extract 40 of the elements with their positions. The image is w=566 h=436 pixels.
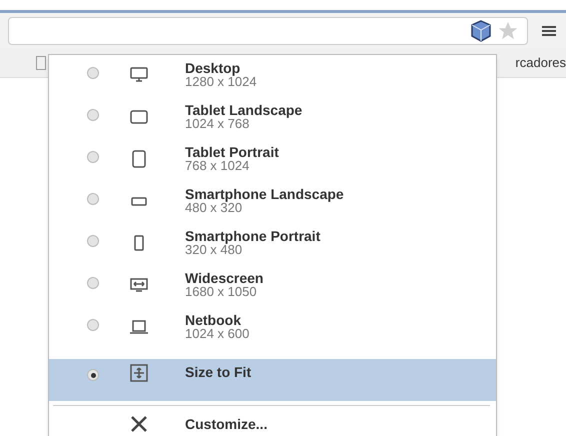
preset-name: Netbook <box>185 313 242 327</box>
preset-name: Smartphone Landscape <box>185 187 344 201</box>
preset-item[interactable]: Netbook 1024 x 600 <box>49 313 496 355</box>
preset-size: 1280 x 1024 <box>185 75 257 89</box>
preset-size: 1024 x 768 <box>185 117 250 131</box>
preset-size: 1024 x 600 <box>185 327 250 341</box>
radio-button[interactable] <box>87 151 99 163</box>
menu-icon[interactable] <box>542 24 556 38</box>
preset-name: Tablet Landscape <box>185 103 302 117</box>
radio-button[interactable] <box>87 109 99 121</box>
customize-label: Customize... <box>185 415 268 434</box>
radio-button[interactable] <box>87 277 99 289</box>
preset-name: Widescreen <box>185 271 264 285</box>
star-icon[interactable] <box>497 20 519 42</box>
preset-item[interactable]: Tablet Landscape 1024 x 768 <box>49 103 496 145</box>
resize-arrows-icon <box>129 363 149 383</box>
customize-item[interactable]: Customize... <box>49 406 496 436</box>
preset-item[interactable]: Desktop 1280 x 1024 <box>49 61 496 103</box>
preset-name: Tablet Portrait <box>185 145 279 159</box>
preset-item[interactable]: Size to Fit <box>49 359 496 401</box>
preset-size: 1680 x 1050 <box>185 285 258 299</box>
preset-item[interactable]: Smartphone Landscape 480 x 320 <box>49 187 496 229</box>
preset-item[interactable]: Tablet Portrait 768 x 1024 <box>49 145 496 187</box>
radio-button[interactable] <box>87 67 99 79</box>
bookmark-page-icon[interactable] <box>36 56 46 70</box>
preset-size: 768 x 1024 <box>185 159 250 173</box>
preset-name: Desktop <box>185 61 242 75</box>
radio-button[interactable] <box>87 319 99 331</box>
preset-name: Smartphone Portrait <box>185 229 320 243</box>
preset-item[interactable]: Smartphone Portrait 320 x 480 <box>49 229 496 271</box>
preset-item[interactable]: Widescreen 1680 x 1050 <box>49 271 496 313</box>
radio-button[interactable] <box>87 193 99 205</box>
preset-size: 320 x 480 <box>185 243 242 257</box>
radio-button[interactable] <box>87 235 99 247</box>
monitor-icon <box>129 65 149 85</box>
bookmark-label[interactable]: rcadores <box>515 52 566 72</box>
radio-button[interactable] <box>87 369 99 381</box>
cube-icon[interactable] <box>469 18 493 42</box>
preset-name: Size to Fit <box>185 365 252 379</box>
preset-size: 480 x 320 <box>185 201 242 215</box>
